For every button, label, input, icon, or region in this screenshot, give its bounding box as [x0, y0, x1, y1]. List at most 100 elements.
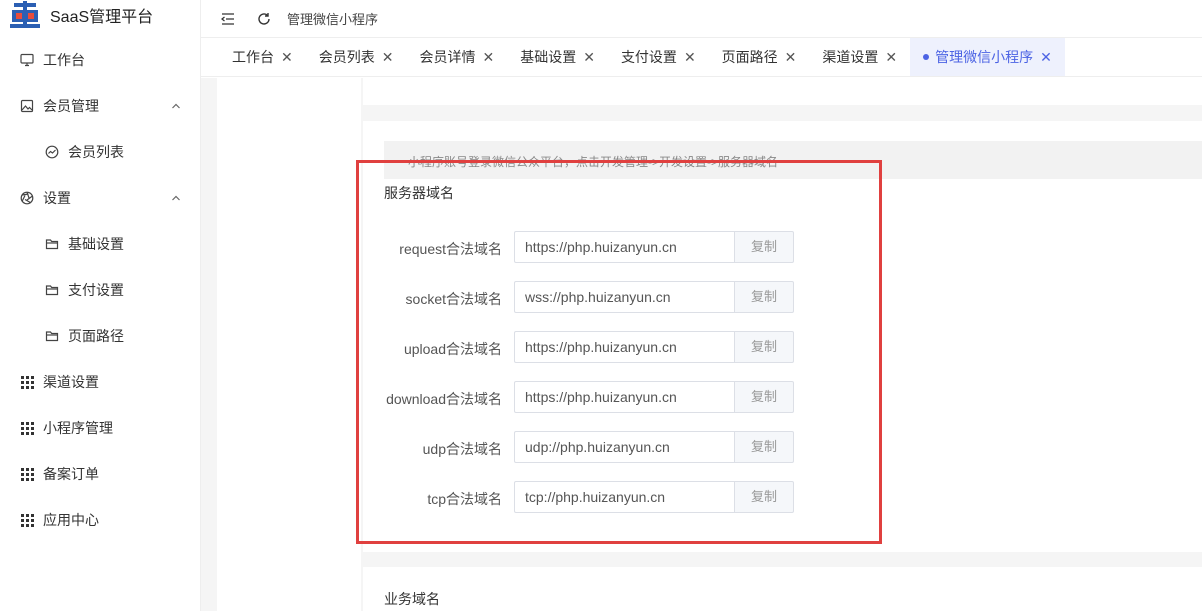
active-dot-icon: [923, 54, 930, 60]
sidebar-item-label: 工作台: [43, 52, 85, 68]
tab-label: 支付设置: [620, 49, 677, 65]
upload-domain-field[interactable]: https://php.huizanyun.cn: [514, 331, 734, 363]
chevron-up-icon: [170, 191, 182, 203]
breadcrumb: 管理微信小程序: [287, 12, 379, 27]
close-icon[interactable]: ✕: [281, 49, 293, 66]
sidebar-item-settings[interactable]: 设置: [0, 175, 200, 221]
sidebar-item-label: 页面路径: [68, 328, 124, 344]
copy-button[interactable]: 复制: [734, 331, 794, 363]
chevron-up-icon: [170, 99, 182, 111]
close-icon[interactable]: ✕: [1040, 49, 1052, 66]
section-title: 业务域名: [384, 591, 440, 607]
sidebar-item-label: 备案订单: [43, 466, 99, 482]
sidebar-item-label: 支付设置: [68, 282, 124, 298]
tab-label: 页面路径: [721, 49, 778, 65]
logo-icon: [10, 1, 40, 29]
sidebar-item-filing-orders[interactable]: 备案订单: [0, 451, 200, 497]
tab-label: 工作台: [232, 49, 274, 65]
image-icon: [19, 98, 35, 114]
tab-label: 会员详情: [419, 49, 476, 65]
field-label: socket合法域名: [405, 291, 502, 307]
copy-button[interactable]: 复制: [734, 281, 794, 313]
tab-member-detail[interactable]: 会员详情 ✕: [406, 38, 507, 76]
copy-button[interactable]: 复制: [734, 381, 794, 413]
sidebar-item-label: 会员管理: [43, 98, 99, 114]
copy-button[interactable]: 复制: [734, 481, 794, 513]
field-label: request合法域名: [399, 241, 502, 257]
sidebar-item-dashboard[interactable]: 工作台: [0, 37, 200, 83]
sidebar-item-label: 设置: [43, 190, 71, 206]
server-domain-card: 小程序账号登录微信公众平台，点击开发管理->开发设置->服务器域名 服务器域名 …: [363, 121, 1202, 552]
tab-page-paths[interactable]: 页面路径 ✕: [709, 38, 810, 76]
sidebar-item-label: 基础设置: [68, 236, 124, 252]
domain-row: tcp合法域名 tcp://php.huizanyun.cn 复制: [363, 481, 803, 513]
monitor-icon: [19, 52, 35, 68]
field-label: tcp合法域名: [427, 491, 502, 507]
udp-domain-field[interactable]: udp://php.huizanyun.cn: [514, 431, 734, 463]
refresh-icon[interactable]: [255, 10, 273, 28]
tcp-domain-field[interactable]: tcp://php.huizanyun.cn: [514, 481, 734, 513]
field-label: download合法域名: [386, 391, 502, 407]
top-bar: 管理微信小程序: [201, 0, 1202, 37]
close-icon[interactable]: ✕: [382, 49, 394, 66]
tab-manage-miniprogram[interactable]: 管理微信小程序 ✕: [910, 38, 1065, 76]
tab-channel-settings[interactable]: 渠道设置 ✕: [809, 38, 910, 76]
domain-row: upload合法域名 https://php.huizanyun.cn 复制: [363, 331, 803, 363]
tab-bar: 工作台 ✕ 会员列表 ✕ 会员详情 ✕ 基础设置 ✕ 支付设置 ✕ 页面路径 ✕…: [201, 37, 1202, 77]
sidebar-item-label: 小程序管理: [43, 420, 113, 436]
folder-icon: [44, 328, 60, 344]
grid-icon: [19, 466, 35, 482]
domain-row: request合法域名 https://php.huizanyun.cn 复制: [363, 231, 803, 263]
sidebar-item-label: 会员列表: [68, 144, 124, 160]
field-label: udp合法域名: [422, 441, 502, 457]
aperture-icon: [19, 190, 35, 206]
chart-icon: [44, 144, 60, 160]
sidebar-item-label: 应用中心: [43, 512, 99, 528]
folder-icon: [44, 236, 60, 252]
app-root: SaaS管理平台 工作台 会员管理 会员列表 设置 基础设置 支付设置 页面路径…: [0, 0, 1202, 611]
main-content: 小程序账号登录微信公众平台，点击开发管理->开发设置->服务器域名 服务器域名 …: [201, 78, 1202, 611]
domain-row: socket合法域名 wss://php.huizanyun.cn 复制: [363, 281, 803, 313]
socket-domain-field[interactable]: wss://php.huizanyun.cn: [514, 281, 734, 313]
field-label: upload合法域名: [403, 341, 502, 357]
close-icon[interactable]: ✕: [885, 49, 897, 66]
grid-icon: [19, 512, 35, 528]
sidebar-item-app-center[interactable]: 应用中心: [0, 497, 200, 543]
sidebar-item-page-paths[interactable]: 页面路径: [0, 313, 200, 359]
grid-icon: [19, 420, 35, 436]
close-icon[interactable]: ✕: [583, 49, 595, 66]
tab-label: 管理微信小程序: [935, 49, 1034, 65]
sidebar-item-member-management[interactable]: 会员管理: [0, 83, 200, 129]
tab-dashboard[interactable]: 工作台 ✕: [219, 38, 306, 76]
close-icon[interactable]: ✕: [684, 49, 696, 66]
menu-collapse-icon[interactable]: [219, 10, 237, 28]
copy-button[interactable]: 复制: [734, 231, 794, 263]
folder-icon: [44, 282, 60, 298]
tab-label: 会员列表: [318, 49, 375, 65]
request-domain-field[interactable]: https://php.huizanyun.cn: [514, 231, 734, 263]
download-domain-field[interactable]: https://php.huizanyun.cn: [514, 381, 734, 413]
tab-member-list[interactable]: 会员列表 ✕: [306, 38, 407, 76]
close-icon[interactable]: ✕: [785, 49, 797, 66]
close-icon[interactable]: ✕: [482, 49, 494, 66]
logo: SaaS管理平台: [0, 0, 200, 30]
sidebar-item-member-list[interactable]: 会员列表: [0, 129, 200, 175]
business-domain-card: 业务域名: [363, 567, 1202, 611]
sidebar-item-channel-settings[interactable]: 渠道设置: [0, 359, 200, 405]
tab-basic-settings[interactable]: 基础设置 ✕: [507, 38, 608, 76]
sidebar-item-payment-settings[interactable]: 支付设置: [0, 267, 200, 313]
sidebar-item-basic-settings[interactable]: 基础设置: [0, 221, 200, 267]
app-title: SaaS管理平台: [50, 9, 154, 26]
sidebar-item-label: 渠道设置: [43, 374, 99, 390]
copy-button[interactable]: 复制: [734, 431, 794, 463]
tab-label: 基础设置: [520, 49, 577, 65]
sidebar: SaaS管理平台 工作台 会员管理 会员列表 设置 基础设置 支付设置 页面路径…: [0, 0, 201, 611]
inner-left-panel: [217, 78, 361, 611]
domain-row: udp合法域名 udp://php.huizanyun.cn 复制: [363, 431, 803, 463]
tab-label: 渠道设置: [822, 49, 879, 65]
section-title: 服务器域名: [384, 185, 454, 201]
tab-payment-settings[interactable]: 支付设置 ✕: [608, 38, 709, 76]
sidebar-menu: 工作台 会员管理 会员列表 设置 基础设置 支付设置 页面路径 渠道设置 小程序…: [0, 37, 200, 543]
domain-row: download合法域名 https://php.huizanyun.cn 复制: [363, 381, 803, 413]
sidebar-item-miniprogram-management[interactable]: 小程序管理: [0, 405, 200, 451]
